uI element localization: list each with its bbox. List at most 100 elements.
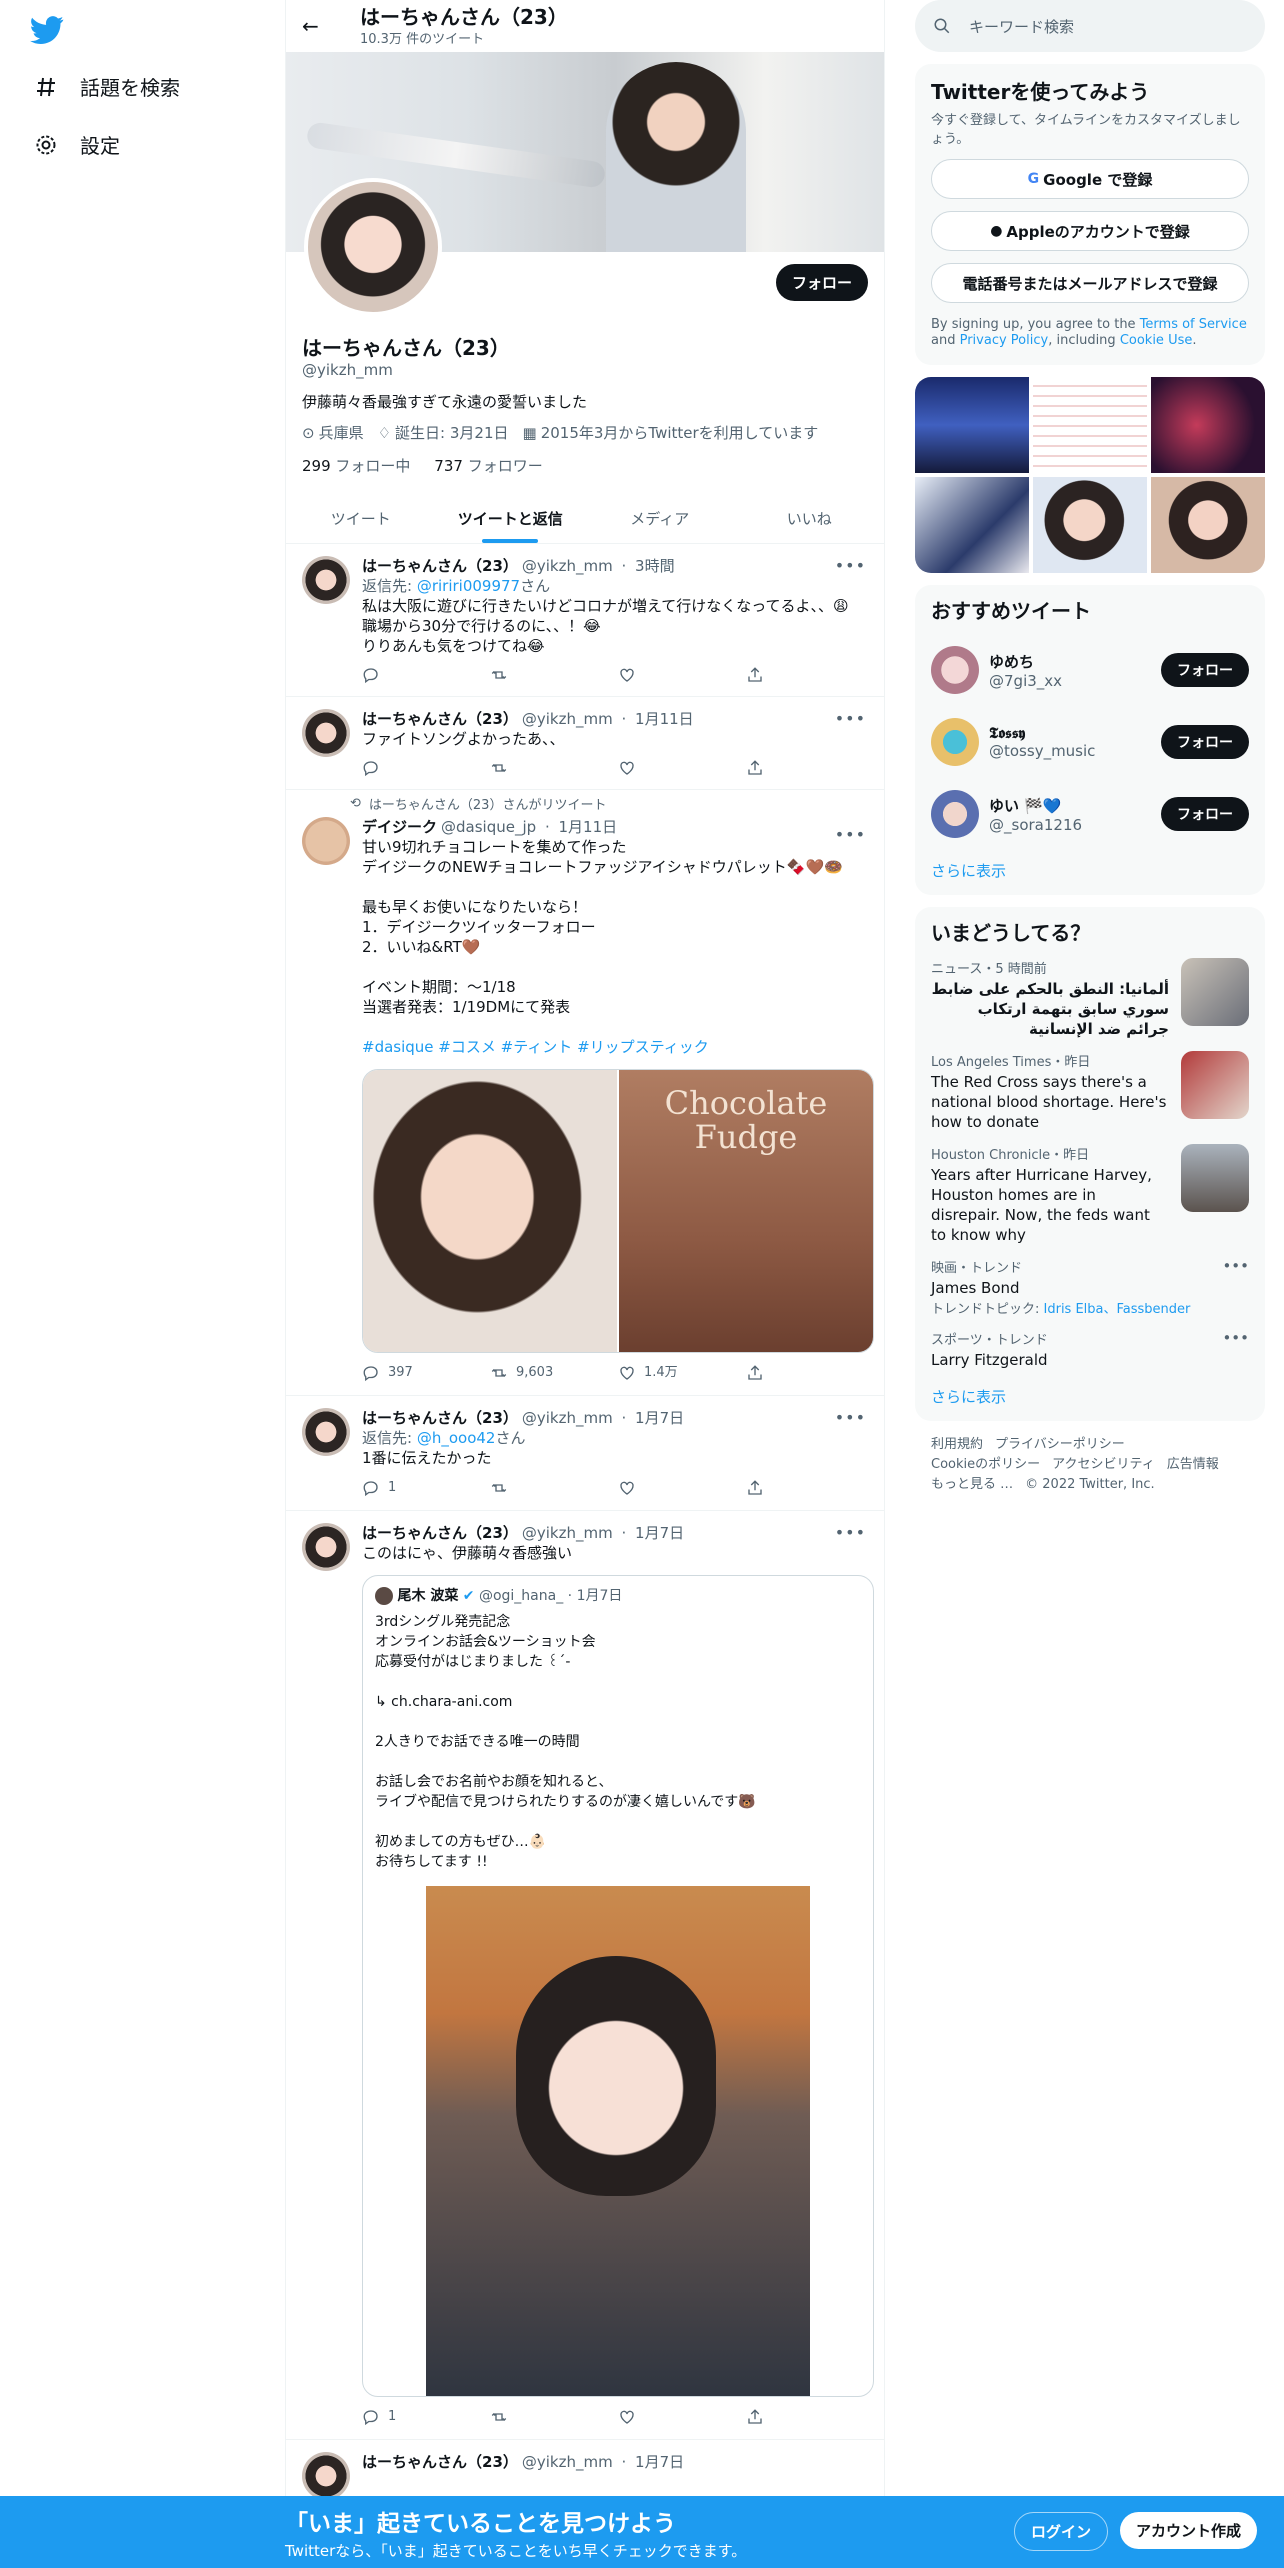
tweet-author-name[interactable]: はーちゃんさん（23） (362, 1409, 518, 1427)
share-button[interactable] (746, 759, 874, 777)
tab-tweets[interactable]: ツイート (286, 492, 436, 543)
nav-settings[interactable]: 設定 (34, 130, 120, 159)
media-thumb[interactable] (915, 477, 1029, 573)
media-thumb[interactable] (1033, 477, 1147, 573)
tweet-hashtags[interactable]: #dasique #コスメ #ティント #リップスティック (362, 1037, 874, 1057)
retweet-item[interactable]: ⟲ はーちゃんさん（23）さんがリツイート デイジーク @dasique_jp · … (286, 790, 884, 1396)
like-button[interactable] (618, 2407, 746, 2427)
media-thumb[interactable] (915, 377, 1029, 473)
tab-tweets-and-replies[interactable]: ツイートと返信 (436, 492, 586, 543)
reply-to-link[interactable]: @ririri009977 (417, 577, 520, 595)
trends-show-more-link[interactable]: さらに表示 (931, 1386, 1249, 1407)
tweet-time[interactable]: 3時間 (635, 557, 675, 575)
footer-link[interactable]: もっと見る … (931, 1477, 1013, 1492)
tweet-author-name[interactable]: はーちゃんさん（23） (362, 2453, 518, 2471)
reply-button[interactable]: 1 (362, 2407, 490, 2427)
tweet-avatar[interactable] (302, 556, 350, 604)
followers-link[interactable]: 737 フォロワー (434, 457, 542, 475)
retweet-button[interactable]: 9,603 (490, 1363, 618, 1383)
like-button[interactable] (618, 1478, 746, 1498)
share-button[interactable] (746, 2407, 874, 2427)
share-button[interactable] (746, 1363, 874, 1383)
tweet-avatar[interactable] (302, 2452, 350, 2500)
more-options-icon[interactable]: ••• (835, 1408, 866, 1427)
footer-link[interactable]: 広告情報 (1167, 1457, 1219, 1472)
retweet-button[interactable] (490, 666, 618, 684)
tweet-time[interactable]: 1月11日 (558, 818, 617, 836)
reply-to-link[interactable]: @h_ooo42 (417, 1429, 496, 1447)
trend-item[interactable]: スポーツ・トレンド Larry Fitzgerald ••• (931, 1329, 1249, 1370)
tab-media[interactable]: メディア (585, 492, 735, 543)
media-thumb[interactable] (1151, 377, 1265, 473)
tweet-time[interactable]: 1月7日 (635, 2453, 684, 2471)
more-options-icon[interactable]: ••• (835, 556, 866, 575)
tweet-author-name[interactable]: はーちゃんさん（23） (362, 710, 518, 728)
profile-follow-button[interactable]: フォロー (775, 264, 868, 301)
retweet-button[interactable] (490, 2407, 618, 2427)
footer-link[interactable]: Cookieのポリシー (931, 1457, 1040, 1472)
reply-button[interactable]: 397 (362, 1363, 490, 1383)
recs-show-more-link[interactable]: さらに表示 (931, 860, 1249, 881)
tweet[interactable]: はーちゃんさん（23） @yikzh_mm · 3時間 返信先: @ririri0… (286, 544, 884, 697)
trend-topic-links[interactable]: Idris Elba、Fassbender (1044, 1302, 1191, 1317)
tweet-avatar[interactable] (302, 1408, 350, 1456)
share-button[interactable] (746, 1478, 874, 1498)
tweet-photo-model[interactable] (363, 1070, 617, 1352)
rec-account[interactable]: 𝕿𝖔𝖘𝖘𝖞 @tossy_music フォロー (931, 706, 1249, 778)
tweet-time[interactable]: 1月11日 (635, 710, 694, 728)
quoted-photo[interactable] (426, 1886, 810, 2396)
tweet-photo-palette[interactable]: Chocolate Fudge (617, 1070, 873, 1352)
terms-link[interactable]: Terms of Service (1140, 317, 1247, 332)
reply-button[interactable] (362, 759, 490, 777)
more-options-icon[interactable]: ••• (835, 825, 866, 844)
tab-likes[interactable]: いいね (735, 492, 885, 543)
rec-account[interactable]: ゆめち @7gi3_xx フォロー (931, 634, 1249, 706)
twitter-logo-icon[interactable] (30, 12, 64, 46)
tweet-time[interactable]: 1月7日 (635, 1409, 684, 1427)
following-link[interactable]: 299 フォロー中 (302, 457, 410, 475)
trend-item[interactable]: ニュース・5 時間前 ألمانيا: النطق بالحكم على ضابط… (931, 958, 1249, 1039)
nav-explore[interactable]: 話題を検索 (34, 72, 180, 101)
rec-follow-button[interactable]: フォロー (1161, 797, 1249, 831)
reply-button[interactable] (362, 666, 490, 684)
share-button[interactable] (746, 666, 874, 684)
tweet-avatar[interactable] (302, 1523, 350, 1571)
trend-item[interactable]: Houston Chronicle・昨日 Years after Hurrican… (931, 1144, 1249, 1245)
retweet-button[interactable] (490, 1478, 618, 1498)
more-options-icon[interactable]: ••• (835, 1523, 866, 1542)
search-box[interactable]: キーワード検索 (915, 0, 1265, 52)
footer-link[interactable]: 利用規約 (931, 1437, 983, 1452)
like-button[interactable]: 1.4万 (618, 1363, 746, 1383)
tweet-author-name[interactable]: はーちゃんさん（23） (362, 557, 518, 575)
more-options-icon[interactable]: ••• (835, 709, 866, 728)
privacy-link[interactable]: Privacy Policy (960, 333, 1049, 348)
tweet[interactable]: はーちゃんさん（23） @yikzh_mm · 1月7日 このはにゃ、伊藤萌々香感… (286, 1511, 884, 2440)
rec-avatar[interactable] (931, 718, 979, 766)
apple-signup-button[interactable]: ● Appleのアカウントで登録 (931, 211, 1249, 251)
retweet-button[interactable] (490, 759, 618, 777)
tweet[interactable]: デイジーク @dasique_jp · 1月11日 甘い9切れチョコレートを集めて… (286, 813, 884, 1395)
tweet-author-name[interactable]: デイジーク (362, 818, 437, 836)
tweet-media[interactable]: Chocolate Fudge (362, 1069, 874, 1353)
like-button[interactable] (618, 759, 746, 777)
more-options-icon[interactable]: ••• (1222, 1329, 1249, 1347)
create-account-button[interactable]: アカウント作成 (1120, 2512, 1258, 2549)
tweet-time[interactable]: 1月7日 (635, 1524, 684, 1542)
media-thumb[interactable] (1033, 377, 1147, 473)
footer-link[interactable]: プライバシーポリシー (995, 1437, 1125, 1452)
media-thumb[interactable] (1151, 477, 1265, 573)
more-options-icon[interactable]: ••• (1222, 1257, 1249, 1275)
quoted-tweet[interactable]: 尾木 波菜 ✔ @ogi_hana_ · 1月7日 3rdシングル発売記念 オン… (362, 1575, 874, 2397)
rec-account[interactable]: ゆい 🏁💙 @_sora1216 フォロー (931, 778, 1249, 850)
rec-follow-button[interactable]: フォロー (1161, 653, 1249, 687)
like-button[interactable] (618, 666, 746, 684)
tweet[interactable]: はーちゃんさん（23） @yikzh_mm · 1月11日 ファイトソングよかった… (286, 697, 884, 790)
rec-follow-button[interactable]: フォロー (1161, 725, 1249, 759)
trend-item[interactable]: Los Angeles Times・昨日 The Red Cross says t… (931, 1051, 1249, 1132)
rec-avatar[interactable] (931, 646, 979, 694)
cookie-link[interactable]: Cookie Use (1120, 333, 1193, 348)
phone-email-signup-button[interactable]: 電話番号またはメールアドレスで登録 (931, 263, 1249, 303)
back-arrow-icon[interactable]: ← (302, 14, 332, 38)
trend-item[interactable]: 映画・トレンド James Bond トレンドトピック: Idris Elba、Fa… (931, 1257, 1249, 1317)
google-signup-button[interactable]: G Google で登録 (931, 159, 1249, 199)
